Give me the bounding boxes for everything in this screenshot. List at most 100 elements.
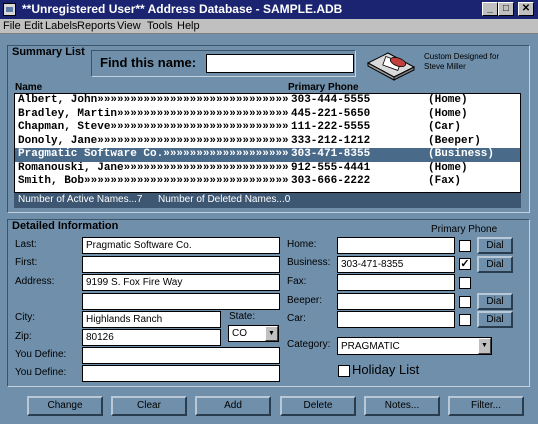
list-item-phone: 445-221-5650 xyxy=(291,107,371,120)
car-primary-checkbox[interactable] xyxy=(459,314,471,326)
summary-list-title: Summary List xyxy=(12,46,85,58)
active-names-count: Number of Active Names...7 xyxy=(18,194,143,205)
holiday-list-label[interactable]: Holiday List xyxy=(352,362,419,377)
list-item-phone-type: (Beeper) xyxy=(428,134,481,147)
delete-button[interactable]: Delete xyxy=(280,396,356,416)
you-define-2-input[interactable] xyxy=(82,365,280,382)
app-icon[interactable] xyxy=(3,3,16,16)
last-name-input[interactable] xyxy=(82,237,280,254)
business-label: Business: xyxy=(287,257,331,268)
find-name-input[interactable] xyxy=(206,54,354,73)
home-label: Home: xyxy=(287,239,317,250)
list-item-selected[interactable]: Pragmatic Software Co.»»»»»»»»»»»»»»»»»»… xyxy=(15,148,520,162)
filter-button[interactable]: Filter... xyxy=(448,396,524,416)
first-name-input[interactable] xyxy=(82,256,280,273)
list-item-phone: 303-444-5555 xyxy=(291,94,371,106)
fax-label: Fax: xyxy=(287,276,307,287)
list-item-phone: 912-555-4441 xyxy=(291,161,371,174)
maximize-button[interactable]: □ xyxy=(498,2,514,16)
list-item[interactable]: Donoly, Jane»»»»»»»»»»»»»»»»»»»»»»»»»»»»… xyxy=(15,135,520,149)
car-dial-button[interactable]: Dial xyxy=(477,311,513,328)
menu-bar: File Edit Labels Reports View Tools Help xyxy=(0,19,538,34)
last-label: Last: xyxy=(15,239,37,250)
zip-input[interactable] xyxy=(82,329,221,346)
menu-edit[interactable]: Edit xyxy=(24,20,43,32)
list-item[interactable]: Smith, Bob»»»»»»»»»»»»»»»»»»»»»»»»»»»»»»… xyxy=(15,175,520,189)
change-button[interactable]: Change xyxy=(27,396,103,416)
list-item[interactable]: Romanouski, Jane»»»»»»»»»»»»»»»»»»»»»»»»… xyxy=(15,162,520,176)
beeper-dial-button[interactable]: Dial xyxy=(477,293,513,310)
custom-designed-text: Custom Designed for Steve Miller xyxy=(424,52,499,72)
holiday-list-checkbox[interactable] xyxy=(338,365,350,377)
state-label: State: xyxy=(229,311,256,322)
minimize-button[interactable]: _ xyxy=(482,2,498,16)
list-item-name: Bradley, Martin»»»»»»»»»»»»»»»»»»»»»»»»»… xyxy=(18,107,288,120)
menu-labels[interactable]: Labels xyxy=(45,20,77,32)
list-item-phone-type: (Fax) xyxy=(428,175,462,187)
menu-view[interactable]: View xyxy=(117,20,141,32)
business-phone-input[interactable] xyxy=(337,256,455,273)
home-dial-button[interactable]: Dial xyxy=(477,237,513,254)
list-item-phone-type: (Home) xyxy=(428,161,468,174)
add-button[interactable]: Add xyxy=(195,396,271,416)
address-line2-input[interactable] xyxy=(82,293,280,310)
beeper-phone-input[interactable] xyxy=(337,293,455,310)
window-title: **Unregistered User** Address Database -… xyxy=(22,2,343,16)
list-item-name: Donoly, Jane»»»»»»»»»»»»»»»»»»»»»»»»»»»»… xyxy=(18,134,288,147)
title-bar: **Unregistered User** Address Database -… xyxy=(0,0,538,19)
detailed-information-title: Detailed Information xyxy=(12,220,119,232)
menu-reports[interactable]: Reports xyxy=(77,20,116,32)
list-item[interactable]: Chapman, Steve»»»»»»»»»»»»»»»»»»»»»»»»»»… xyxy=(15,121,520,135)
business-dial-button[interactable]: Dial xyxy=(477,256,513,273)
beeper-primary-checkbox[interactable] xyxy=(459,296,471,308)
column-header-name[interactable]: Name xyxy=(15,82,42,93)
list-item-name: Chapman, Steve»»»»»»»»»»»»»»»»»»»»»»»»»»… xyxy=(18,121,288,133)
list-item-phone-type: (Home) xyxy=(428,107,468,120)
list-item-phone: 111-222-5555 xyxy=(291,121,371,133)
clear-button[interactable]: Clear xyxy=(111,396,187,416)
list-status-bar: Number of Active Names...7 Number of Del… xyxy=(14,193,521,208)
close-button[interactable]: ✕ xyxy=(518,2,534,16)
list-item-phone: 303-666-2222 xyxy=(291,175,371,187)
list-item[interactable]: Albert, John»»»»»»»»»»»»»»»»»»»»»»»»»»»»… xyxy=(15,94,520,108)
menu-tools[interactable]: Tools xyxy=(147,20,173,32)
beeper-label: Beeper: xyxy=(287,295,323,306)
you-define-1-input[interactable] xyxy=(82,347,280,364)
home-phone-input[interactable] xyxy=(337,237,455,254)
list-item-phone: 333-212-1212 xyxy=(291,134,371,147)
city-input[interactable] xyxy=(82,311,221,328)
address-line1-input[interactable] xyxy=(82,274,280,291)
list-item-phone-type: (Business) xyxy=(428,148,495,160)
first-label: First: xyxy=(15,257,38,268)
you-define-2-label: You Define: xyxy=(15,367,67,378)
mailbox-logo-icon xyxy=(366,52,416,81)
list-item-name: Smith, Bob»»»»»»»»»»»»»»»»»»»»»»»»»»»»»»… xyxy=(18,175,288,187)
state-dropdown-arrow-icon[interactable]: ▼ xyxy=(265,326,278,341)
menu-help[interactable]: Help xyxy=(177,20,200,32)
primary-phone-label: Primary Phone xyxy=(431,224,498,235)
column-header-primary-phone[interactable]: Primary Phone xyxy=(288,82,359,93)
category-select[interactable] xyxy=(337,337,492,355)
list-item-phone: 303-471-8355 xyxy=(291,148,371,160)
list-item-phone-type: (Home) xyxy=(428,94,468,106)
custom-designed-line2: Steve Miller xyxy=(424,62,466,71)
menu-file[interactable]: File xyxy=(3,20,21,32)
list-item-name: Romanouski, Jane»»»»»»»»»»»»»»»»»»»»»»»»… xyxy=(18,161,288,174)
address-label: Address: xyxy=(15,276,55,287)
custom-designed-line1: Custom Designed for xyxy=(424,52,500,61)
car-label: Car: xyxy=(287,313,306,324)
name-list[interactable]: Albert, John»»»»»»»»»»»»»»»»»»»»»»»»»»»»… xyxy=(14,93,521,193)
category-dropdown-arrow-icon[interactable]: ▼ xyxy=(478,338,491,354)
fax-phone-input[interactable] xyxy=(337,274,455,291)
list-item[interactable]: Bradley, Martin»»»»»»»»»»»»»»»»»»»»»»»»»… xyxy=(15,108,520,122)
you-define-1-label: You Define: xyxy=(15,349,67,360)
list-item-name: Pragmatic Software Co.»»»»»»»»»»»»»»»»»»… xyxy=(18,148,288,160)
zip-label: Zip: xyxy=(15,331,32,342)
fax-primary-checkbox[interactable] xyxy=(459,277,471,289)
deleted-names-count: Number of Deleted Names...0 xyxy=(158,194,291,205)
find-label: Find this name: xyxy=(100,55,197,70)
home-primary-checkbox[interactable] xyxy=(459,240,471,252)
car-phone-input[interactable] xyxy=(337,311,455,328)
business-primary-checkbox[interactable]: ✓ xyxy=(459,258,471,270)
notes-button[interactable]: Notes... xyxy=(364,396,440,416)
